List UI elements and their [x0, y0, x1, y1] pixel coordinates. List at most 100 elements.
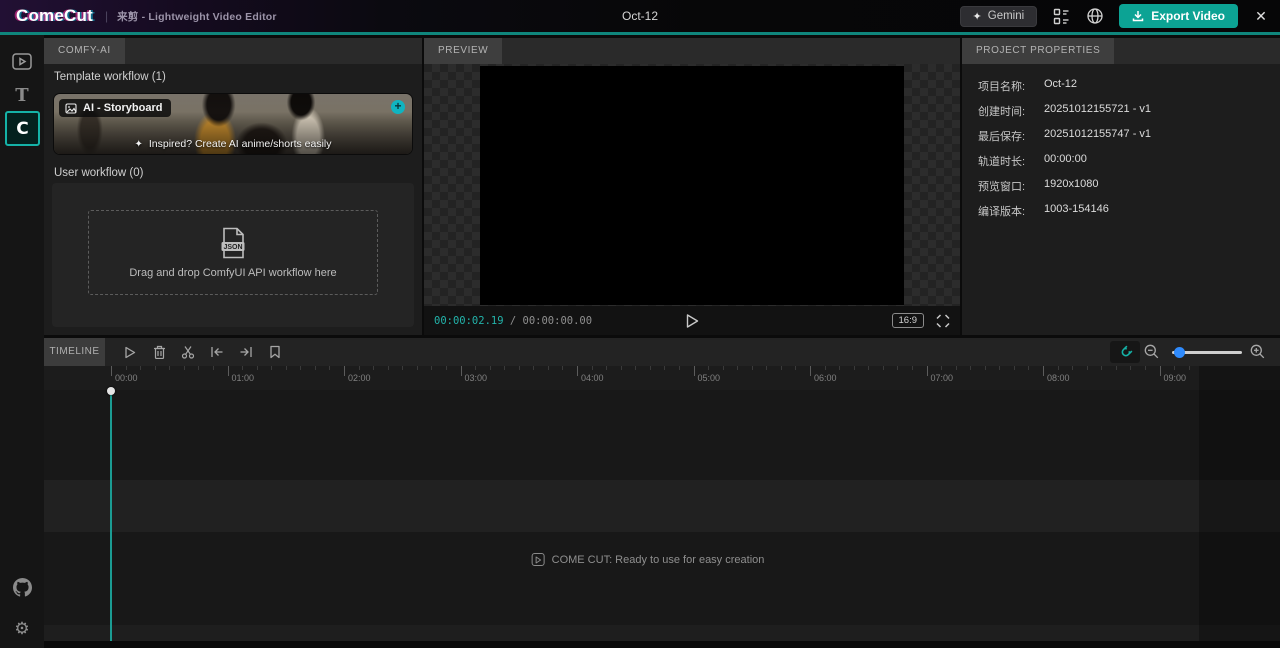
ruler-minor-tick: [781, 366, 782, 370]
ruler-time-label: 06:00: [814, 373, 837, 383]
total-time: 00:00:00.00: [523, 315, 593, 327]
split-clip-button[interactable]: [180, 344, 196, 360]
ruler-minor-tick: [562, 366, 563, 370]
ruler-minor-tick: [198, 366, 199, 370]
preview-right-controls: 16:9: [892, 313, 951, 328]
gemini-button[interactable]: ✦ Gemini: [960, 6, 1038, 27]
play-icon: [124, 346, 136, 359]
ruler-minor-tick: [723, 366, 724, 370]
property-label: 编译版本:: [978, 203, 1044, 219]
project-properties-panel: PROJECT PROPERTIES 项目名称: Oct-12 创建时间: 20…: [962, 38, 1280, 335]
sidebar-item-comfy-active[interactable]: C: [5, 111, 40, 146]
playhead-handle[interactable]: [107, 387, 115, 395]
ruler-minor-tick: [650, 366, 651, 370]
text-tool-icon: T: [15, 85, 28, 106]
ruler-minor-tick: [679, 366, 680, 370]
fullscreen-icon: [936, 314, 950, 328]
fullscreen-button[interactable]: [936, 314, 950, 328]
ruler-minor-tick: [621, 366, 622, 370]
timeline-section: TIMELINE: [44, 338, 1280, 648]
ruler-minor-tick: [1072, 366, 1073, 370]
property-value: 20251012155747 - v1: [1044, 128, 1151, 144]
add-storyboard-button[interactable]: +: [391, 100, 405, 114]
ruler-minor-tick: [300, 366, 301, 370]
aspect-ratio-badge[interactable]: 16:9: [892, 313, 925, 328]
ruler-time-label: 03:00: [465, 373, 488, 383]
property-value: Oct-12: [1044, 78, 1077, 94]
workflow-dropzone[interactable]: JSON Drag and drop ComfyUI API workflow …: [88, 210, 378, 295]
ruler-minor-tick: [970, 366, 971, 370]
playhead-line[interactable]: [110, 390, 112, 643]
ruler-minor-tick: [854, 366, 855, 370]
jump-to-end-button[interactable]: [238, 344, 254, 360]
ruler-minor-tick: [446, 366, 447, 370]
property-row: 创建时间: 20251012155721 - v1: [978, 103, 1151, 119]
ai-storyboard-card[interactable]: AI - Storyboard + ✦ Inspired? Create AI …: [54, 94, 412, 154]
storyboard-caption: ✦ Inspired? Create AI anime/shorts easil…: [54, 138, 412, 150]
globe-icon: [1086, 7, 1104, 25]
ruler-minor-tick: [1130, 366, 1131, 370]
ruler-minor-tick: [490, 366, 491, 370]
ruler-minor-tick: [417, 366, 418, 370]
sidebar-item-media[interactable]: [6, 45, 38, 77]
sidebar-item-settings[interactable]: ⚙: [6, 613, 38, 645]
property-row: 预览窗口: 1920x1080: [978, 178, 1151, 194]
export-video-button[interactable]: Export Video: [1119, 4, 1238, 28]
video-canvas[interactable]: [480, 66, 904, 305]
add-marker-button[interactable]: [267, 344, 283, 360]
ruler-minor-tick: [897, 366, 898, 370]
play-icon: [685, 313, 700, 329]
layout-panels-button[interactable]: [1051, 6, 1071, 26]
ruler-minor-tick: [664, 366, 665, 370]
snap-toggle-button[interactable]: [1110, 341, 1140, 363]
sidebar-item-text[interactable]: T: [6, 79, 38, 111]
magnet-icon: [1114, 341, 1135, 362]
timeline-play-button[interactable]: [122, 344, 138, 360]
storyboard-title-pill: AI - Storyboard: [59, 99, 171, 117]
sidebar: T C ⚙: [0, 35, 44, 648]
sparkle-icon: ✦: [134, 139, 142, 150]
property-value: 20251012155721 - v1: [1044, 103, 1151, 119]
top-bar: ComeCut | 来剪 - Lightweight Video Editor …: [0, 0, 1280, 32]
sidebar-item-github[interactable]: [6, 571, 38, 603]
ruler-minor-tick: [504, 366, 505, 370]
timeline-toolbar: TIMELINE: [44, 338, 1280, 366]
ruler-minor-tick: [1174, 366, 1175, 370]
zoom-slider-knob[interactable]: [1174, 347, 1185, 358]
timeline-tab: TIMELINE: [44, 338, 105, 366]
ruler-time-label: 09:00: [1164, 373, 1187, 383]
ruler-minor-tick: [941, 366, 942, 370]
video-clip-icon: [12, 53, 32, 70]
ruler-time-label: 08:00: [1047, 373, 1070, 383]
zoom-in-icon: [1250, 344, 1265, 359]
ruler-minor-tick: [956, 366, 957, 370]
close-button[interactable]: ✕: [1252, 8, 1270, 25]
ruler-minor-tick: [868, 366, 869, 370]
ruler-minor-tick: [795, 366, 796, 370]
timeline-empty-message-text: COME CUT: Ready to use for easy creation: [552, 554, 765, 566]
delete-clip-button[interactable]: [151, 344, 167, 360]
ruler-minor-tick: [1087, 366, 1088, 370]
play-button[interactable]: [685, 313, 700, 329]
comfy-ai-panel: COMFY-AI Template workflow (1) AI - Stor…: [44, 38, 422, 335]
ruler-minor-tick: [533, 366, 534, 370]
preview-controls-bar: 00:00:02.19 / 00:00:00.00 16:9: [424, 306, 960, 335]
timeline-zoom-slider[interactable]: [1172, 351, 1242, 354]
ruler-minor-tick: [766, 366, 767, 370]
track-row: [44, 625, 1280, 641]
jump-to-start-button[interactable]: [209, 344, 225, 360]
ruler-major-tick: [461, 366, 462, 376]
comfy-panel-header: COMFY-AI: [44, 38, 422, 64]
ruler-minor-tick: [315, 366, 316, 370]
export-video-label: Export Video: [1151, 9, 1225, 23]
ruler-minor-tick: [359, 366, 360, 370]
ruler-minor-tick: [606, 366, 607, 370]
ruler-minor-tick: [883, 366, 884, 370]
ruler-major-tick: [927, 366, 928, 376]
zoom-out-icon: [1144, 344, 1159, 359]
zoom-in-button[interactable]: [1250, 344, 1265, 359]
timeline-ruler[interactable]: 00:0001:0002:0003:0004:0005:0006:0007:00…: [44, 366, 1280, 390]
language-button[interactable]: [1085, 6, 1105, 26]
zoom-out-button[interactable]: [1144, 344, 1159, 359]
ruler-minor-tick: [708, 366, 709, 370]
